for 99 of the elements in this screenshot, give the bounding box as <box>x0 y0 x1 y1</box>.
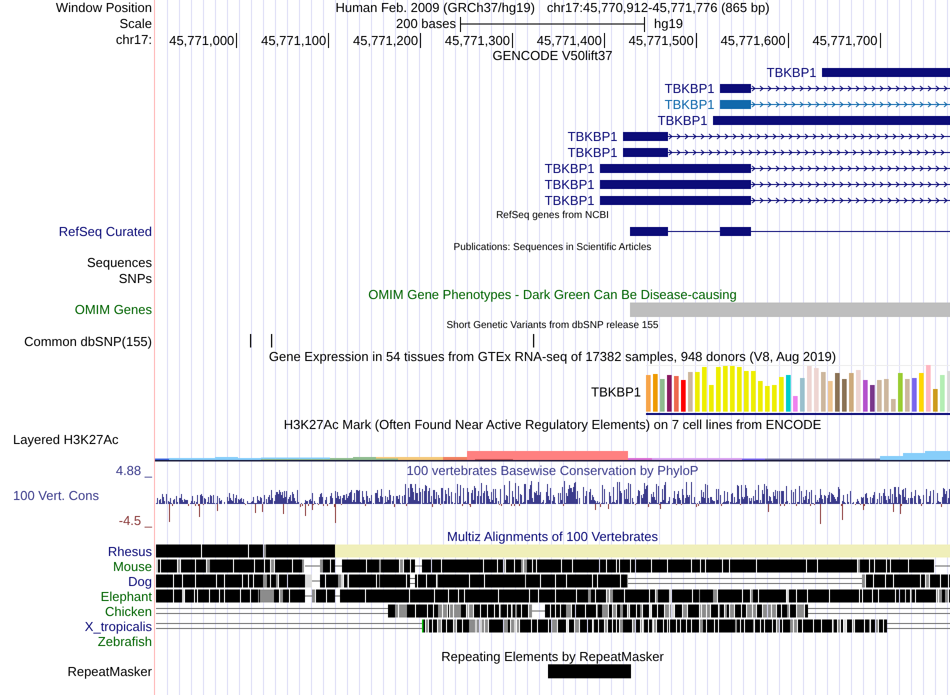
track-label[interactable]: 100 Vert. Cons <box>13 489 99 503</box>
variant-marker <box>533 334 534 348</box>
tissue-bar <box>870 385 875 412</box>
species-label: Mouse <box>112 560 152 574</box>
track-title: Multiz Alignments of 100 Vertebrates <box>446 530 658 544</box>
species-label: X_tropicalis <box>84 620 152 634</box>
track-title: OMIM Gene Phenotypes - Dark Green Can Be Disease-causing <box>368 288 737 302</box>
coordinate-label: 45,771,100 <box>261 32 330 48</box>
tissue-bar <box>660 379 665 412</box>
tissue-bar <box>730 366 735 412</box>
track-title: RefSeq genes from NCBI <box>496 209 609 223</box>
track-label[interactable]: Sequences <box>86 256 152 270</box>
tissue-bar <box>653 374 658 412</box>
tissue-bar <box>765 386 770 412</box>
gene-label: TBKBP1 <box>544 193 594 208</box>
gene-label: TBKBP1 <box>658 113 708 128</box>
species-label: Zebrafish <box>98 634 152 648</box>
assembly-name: Human Feb. 2009 (GRCh37/hg19) <box>335 1 535 15</box>
gene-label: TBKBP1 <box>766 65 816 80</box>
axis-max-label: 4.88 _ <box>116 464 152 478</box>
tissue-bar <box>828 381 833 412</box>
track-label[interactable]: RepeatMasker <box>67 665 152 679</box>
gene-label: TBKBP1 <box>591 384 641 400</box>
track-label[interactable]: SNPs <box>118 272 152 286</box>
tissue-bar <box>737 367 742 412</box>
assembly-label: hg19 <box>653 17 683 31</box>
tissue-bar <box>786 375 791 412</box>
tissue-bar <box>877 380 882 412</box>
row-label: Scale <box>119 17 152 31</box>
tissue-bar <box>800 378 805 412</box>
tissue-bar <box>933 389 938 412</box>
tissue-bar <box>751 371 756 412</box>
tissue-bar <box>695 372 700 412</box>
scale-length-label: 200 bases <box>396 17 457 31</box>
coordinate-label: 45,771,400 <box>536 32 605 48</box>
tissue-bar <box>891 399 896 412</box>
species-label: Chicken <box>105 604 152 618</box>
coordinate-label: 45,771,200 <box>353 32 422 48</box>
tissue-bar <box>947 371 950 412</box>
coordinate-label: 45,771,500 <box>628 32 697 48</box>
tissue-bar <box>856 370 861 412</box>
tissue-bar <box>807 366 812 412</box>
gene-label: TBKBP1 <box>568 145 618 160</box>
track-title: Short Genetic Variants from dbSNP release 155 <box>446 319 658 333</box>
chromosome-label: chr17: <box>116 33 152 47</box>
track-title: Gene Expression in 54 tissues from GTEx RNA-seq of 17382 samples, 948 donors (V8, Aug 2019) <box>268 350 836 364</box>
variant-marker <box>250 334 252 348</box>
tissue-bar <box>821 372 826 412</box>
tissue-bar <box>849 373 854 412</box>
tissue-bar <box>758 381 763 412</box>
tissue-bar <box>772 385 777 412</box>
tissue-bar <box>646 375 651 412</box>
species-label: Elephant <box>100 590 152 604</box>
row-label: Window Position <box>56 1 152 15</box>
tissue-bar <box>898 373 903 412</box>
tissue-bar <box>688 372 693 412</box>
gene-label: TBKBP1 <box>544 177 594 192</box>
tissue-bar <box>926 365 931 412</box>
tissue-bar <box>709 385 714 412</box>
track-title: Publications: Sequences in Scientific Articles <box>454 240 652 254</box>
tissue-bar <box>744 371 749 412</box>
tissue-bar <box>793 396 798 412</box>
axis-min-label: -4.5 _ <box>118 514 152 528</box>
track-title: GENCODE V50lift37 <box>492 49 612 63</box>
tissue-bar <box>863 380 868 412</box>
track-title: 100 vertebrates Basewise Conservation by PhyloP <box>406 463 698 478</box>
track-label[interactable]: OMIM Genes <box>74 303 152 317</box>
track-label[interactable]: Common dbSNP(155) <box>24 334 152 348</box>
tissue-bar <box>779 377 784 412</box>
tissue-bar <box>842 379 847 412</box>
track-title: H3K27Ac Mark (Often Found Near Active Regulatory Elements) on 7 cell lines from ENCODE <box>284 418 822 432</box>
track-title: Repeating Elements by RepeatMasker <box>441 650 664 664</box>
tissue-bar <box>723 366 728 412</box>
tissue-bar <box>702 367 707 412</box>
tissue-bar <box>667 375 672 412</box>
coordinate-label: 45,771,000 <box>169 32 238 48</box>
track-label[interactable]: Layered H3K27Ac <box>13 433 119 447</box>
tissue-bar <box>940 375 945 412</box>
tissue-bar <box>814 368 819 412</box>
coordinate-label: 45,771,300 <box>444 32 513 48</box>
species-label: Rhesus <box>108 544 152 558</box>
tissue-bar <box>884 379 889 412</box>
variant-marker <box>271 334 272 348</box>
tissue-bar <box>681 380 686 412</box>
tissue-bar <box>835 373 840 412</box>
tissue-bar <box>674 376 679 412</box>
tissue-bar <box>905 379 910 412</box>
species-label: Dog <box>128 574 152 588</box>
gene-label: TBKBP1 <box>544 161 594 176</box>
tissue-bar <box>919 373 924 412</box>
coordinate-label: 45,771,600 <box>720 32 789 48</box>
tissue-bar <box>716 367 721 412</box>
track-label[interactable]: RefSeq Curated <box>58 225 152 239</box>
gene-label: TBKBP1 <box>664 97 714 112</box>
gene-label: TBKBP1 <box>568 129 618 144</box>
gene-label: TBKBP1 <box>664 81 714 96</box>
position-range: chr17:45,770,912-45,771,776 (865 bp) <box>546 1 770 15</box>
tissue-bar <box>912 378 917 412</box>
coordinate-label: 45,771,700 <box>812 32 881 48</box>
